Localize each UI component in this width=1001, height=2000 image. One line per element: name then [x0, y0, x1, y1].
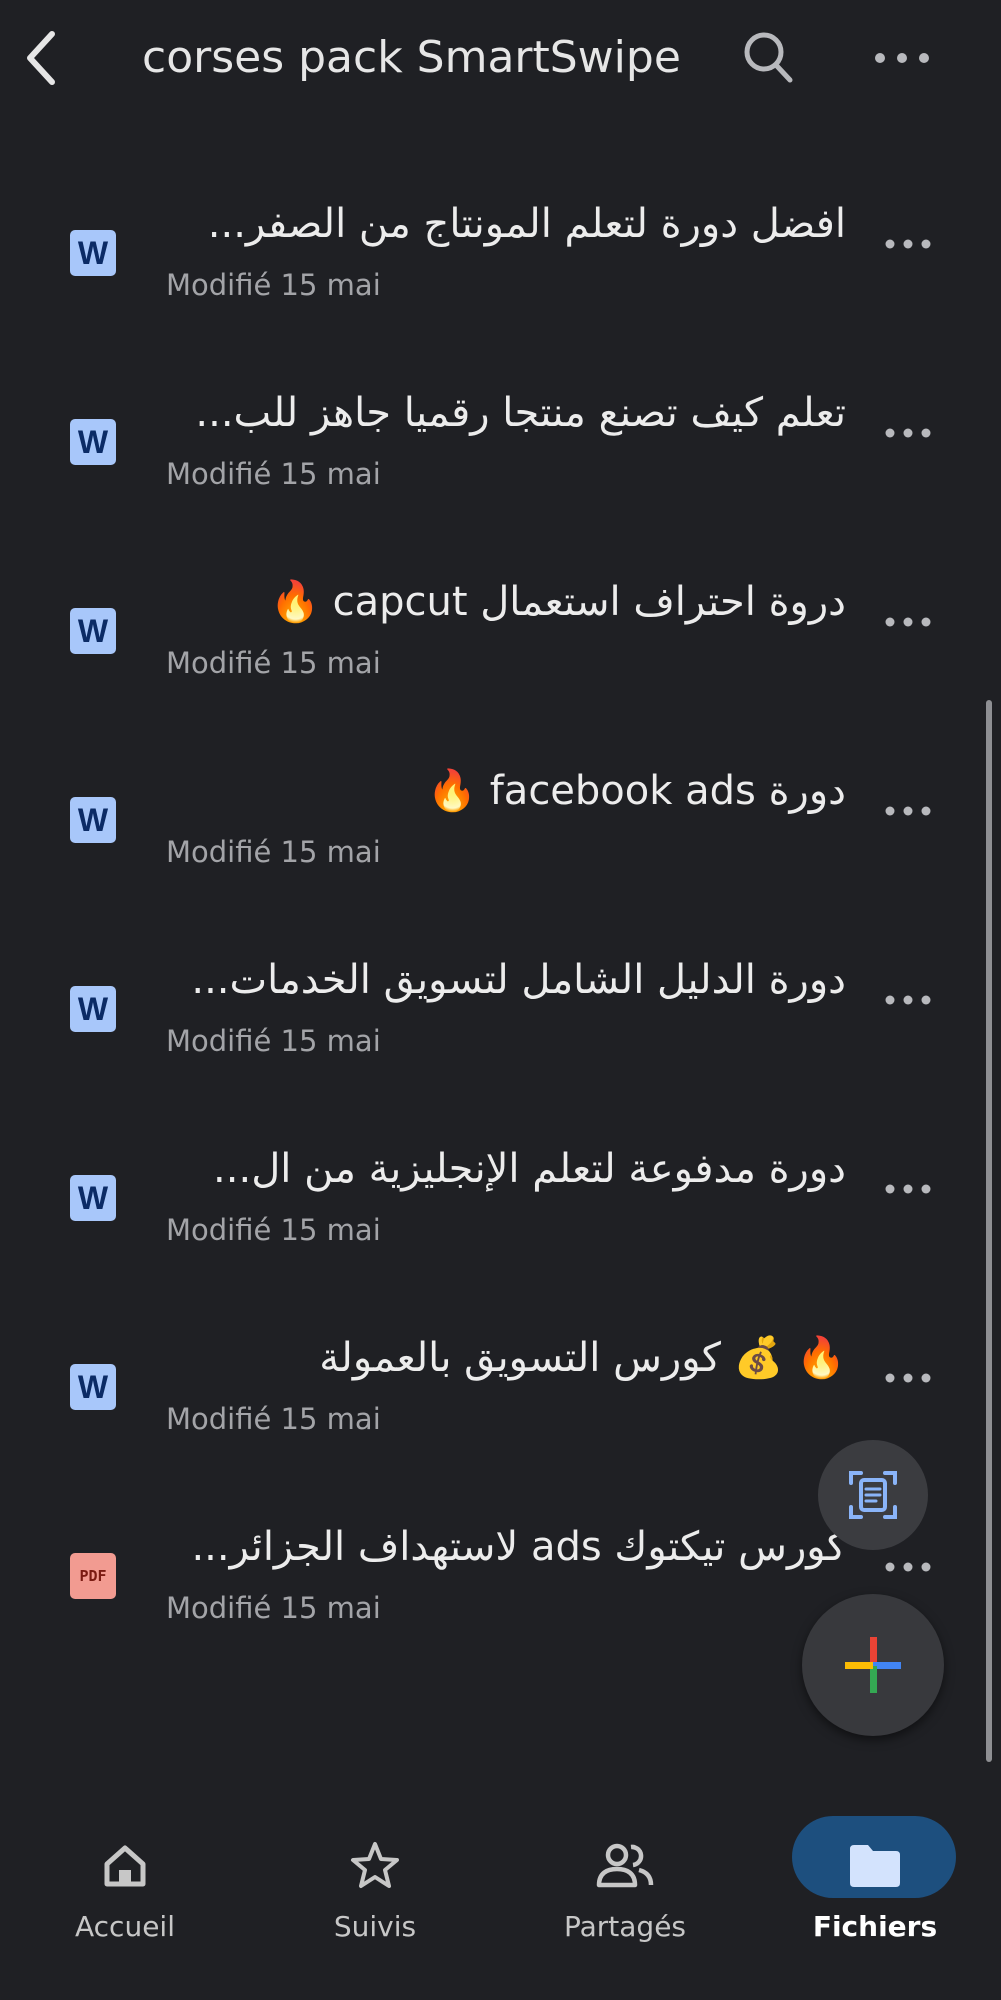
file-name: تعلم كيف تصنع منتجا رقميا جاهز للب... — [195, 390, 846, 436]
word-doc-icon: W — [70, 797, 116, 843]
file-row[interactable]: W تعلم كيف تصنع منتجا رقميا جاهز للب... … — [0, 367, 1001, 556]
file-name: 🔥 facebook ads دورة — [427, 768, 846, 814]
file-more-icon[interactable] — [880, 783, 936, 839]
file-modified: Modifié 15 mai — [166, 1591, 381, 1625]
back-arrow-icon[interactable] — [14, 22, 78, 94]
people-icon — [595, 1836, 655, 1896]
folder-title: corses pack SmartSwipe — [142, 32, 681, 83]
nav-starred[interactable]: Suivis — [250, 1800, 500, 2000]
word-doc-icon: W — [70, 1175, 116, 1221]
word-doc-icon: W — [70, 986, 116, 1032]
file-name: دورة مدفوعة لتعلم الإنجليزية من ال... — [213, 1146, 846, 1192]
nav-home[interactable]: Accueil — [0, 1800, 250, 2000]
document-scan-icon — [849, 1471, 897, 1519]
nav-label: Fichiers — [812, 1910, 938, 1943]
top-app-bar: corses pack SmartSwipe — [0, 0, 1001, 120]
file-row[interactable]: W دورة الدليل الشامل لتسويق الخدمات... M… — [0, 934, 1001, 1123]
file-modified: Modifié 15 mai — [166, 1024, 381, 1058]
nav-files[interactable]: Fichiers — [750, 1800, 1000, 2000]
nav-shared[interactable]: Partagés — [500, 1800, 750, 2000]
file-name: افضل دورة لتعلم المونتاج من الصفر... — [207, 201, 846, 247]
star-icon — [345, 1836, 405, 1896]
file-modified: Modifié 15 mai — [166, 646, 381, 680]
file-modified: Modifié 15 mai — [166, 1402, 381, 1436]
file-modified: Modifié 15 mai — [166, 1213, 381, 1247]
scrollbar[interactable] — [986, 700, 992, 1762]
home-icon — [95, 1836, 155, 1896]
bottom-navigation: Accueil Suivis Partagés Fichiers — [0, 1800, 1001, 2000]
word-doc-icon: W — [70, 1364, 116, 1410]
more-options-icon[interactable] — [866, 22, 938, 94]
file-modified: Modifié 15 mai — [166, 457, 381, 491]
file-row[interactable]: W 🔥 capcut دروة احتراف استعمال Modifié 1… — [0, 556, 1001, 745]
scan-button[interactable] — [818, 1440, 928, 1550]
new-button[interactable] — [802, 1594, 944, 1736]
file-name: 🔥 capcut دروة احتراف استعمال — [270, 579, 846, 625]
file-name: دورة الدليل الشامل لتسويق الخدمات... — [191, 957, 846, 1003]
file-modified: Modifié 15 mai — [166, 268, 381, 302]
file-row[interactable]: W دورة مدفوعة لتعلم الإنجليزية من ال... … — [0, 1123, 1001, 1312]
word-doc-icon: W — [70, 230, 116, 276]
pdf-file-icon: PDF — [70, 1553, 116, 1599]
file-modified: Modifié 15 mai — [166, 835, 381, 869]
file-name: 🔥 💰 كورس التسويق بالعمولة — [319, 1335, 846, 1381]
file-row[interactable]: W افضل دورة لتعلم المونتاج من الصفر... M… — [0, 178, 1001, 367]
folder-icon — [845, 1836, 905, 1896]
file-more-icon[interactable] — [880, 1161, 936, 1217]
file-name: كورس تيكتوك ads لاستهداف الجزائر... — [191, 1524, 846, 1570]
word-doc-icon: W — [70, 608, 116, 654]
nav-label: Accueil — [75, 1910, 175, 1943]
file-row[interactable]: W 🔥 facebook ads دورة Modifié 15 mai — [0, 745, 1001, 934]
search-icon[interactable] — [732, 22, 804, 94]
plus-icon — [845, 1637, 901, 1693]
nav-label: Partagés — [563, 1910, 687, 1943]
word-doc-icon: W — [70, 419, 116, 465]
file-more-icon[interactable] — [880, 972, 936, 1028]
file-more-icon[interactable] — [880, 216, 936, 272]
file-more-icon[interactable] — [880, 405, 936, 461]
file-more-icon[interactable] — [880, 1350, 936, 1406]
file-more-icon[interactable] — [880, 594, 936, 650]
nav-label: Suivis — [333, 1910, 417, 1943]
